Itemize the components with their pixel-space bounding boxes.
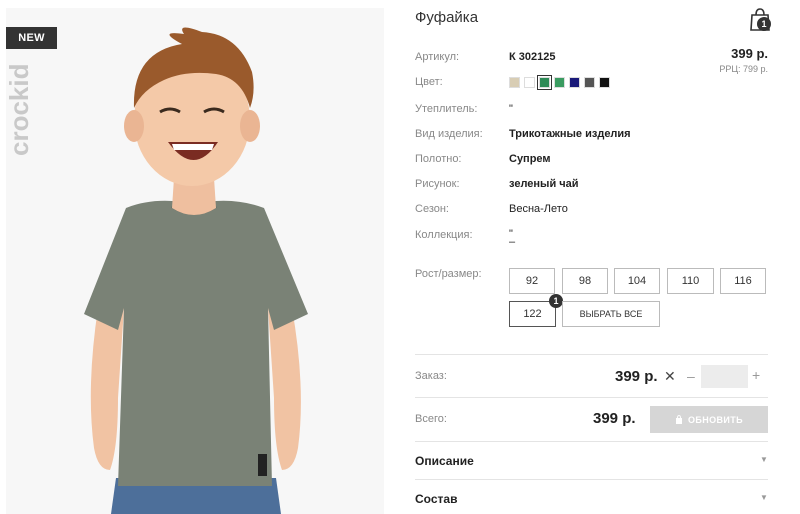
size-count-badge: 1: [549, 294, 563, 308]
total-price: 399 р.: [593, 410, 636, 427]
size-option-104[interactable]: 104: [614, 268, 660, 294]
select-all-sizes-button[interactable]: ВЫБРАТЬ ВСЕ: [562, 301, 660, 327]
color-swatch-green-selected[interactable]: [537, 75, 552, 90]
article-value: К 302125: [509, 51, 556, 63]
product-photo[interactable]: NEW crockid: [6, 8, 384, 514]
size-option-116[interactable]: 116: [720, 268, 766, 294]
recommended-retail-price: РРЦ: 799 р.: [719, 64, 768, 74]
chevron-down-icon[interactable]: ▼: [760, 455, 768, 464]
pattern-value: зеленый чай: [509, 178, 579, 190]
color-swatch-navy[interactable]: [569, 77, 580, 88]
svg-text:crockid: crockid: [6, 64, 34, 157]
divider: [415, 397, 768, 398]
color-swatches: [509, 75, 610, 90]
divider: [415, 354, 768, 355]
pattern-label: Рисунок:: [415, 178, 460, 190]
color-swatch-grey[interactable]: [584, 77, 595, 88]
product-price: 399 р.: [731, 46, 768, 61]
update-button[interactable]: ОБНОВИТЬ: [650, 406, 768, 433]
cart-count-badge: 1: [757, 17, 771, 31]
size-option-92[interactable]: 92: [509, 268, 555, 294]
insulation-label: Утеплитель:: [415, 103, 478, 115]
product-title: Фуфайка: [415, 9, 479, 26]
type-label: Вид изделия:: [415, 128, 483, 140]
color-swatch-black[interactable]: [599, 77, 610, 88]
color-swatch-green[interactable]: [554, 77, 565, 88]
crockid-logo: crockid: [6, 64, 34, 157]
fabric-label: Полотно:: [415, 153, 462, 165]
update-button-label: ОБНОВИТЬ: [687, 414, 744, 425]
season-value: Весна-Лето: [509, 203, 568, 215]
order-label: Заказ:: [415, 370, 447, 382]
insulation-value: ": [509, 103, 513, 115]
quantity-input[interactable]: [701, 365, 748, 388]
article-label: Артикул:: [415, 51, 460, 63]
bag-icon: [675, 415, 682, 424]
remove-icon[interactable]: ✕: [664, 368, 676, 385]
child-photo-illustration: [6, 8, 384, 514]
size-option-122[interactable]: 122: [509, 301, 556, 327]
collection-value-2: –: [509, 236, 516, 248]
color-swatch-white[interactable]: [524, 77, 535, 88]
size-option-110[interactable]: 110: [667, 268, 714, 294]
chevron-down-icon[interactable]: ▼: [760, 493, 768, 502]
size-option-98[interactable]: 98: [562, 268, 608, 294]
fabric-value: Супрем: [509, 153, 551, 165]
color-swatch-beige[interactable]: [509, 77, 520, 88]
size-label: Рост/размер:: [415, 268, 482, 280]
divider: [415, 441, 768, 442]
divider: [415, 479, 768, 480]
decrease-quantity-button[interactable]: –: [687, 368, 695, 384]
increase-quantity-button[interactable]: +: [752, 367, 760, 383]
accordion-description[interactable]: Описание: [415, 454, 474, 468]
total-label: Всего:: [415, 413, 447, 425]
collection-label: Коллекция:: [415, 229, 473, 241]
season-label: Сезон:: [415, 203, 449, 215]
type-value: Трикотажные изделия: [509, 128, 631, 140]
color-label: Цвет:: [415, 76, 443, 88]
order-price: 399 р.: [615, 368, 658, 385]
accordion-composition[interactable]: Состав: [415, 492, 457, 506]
